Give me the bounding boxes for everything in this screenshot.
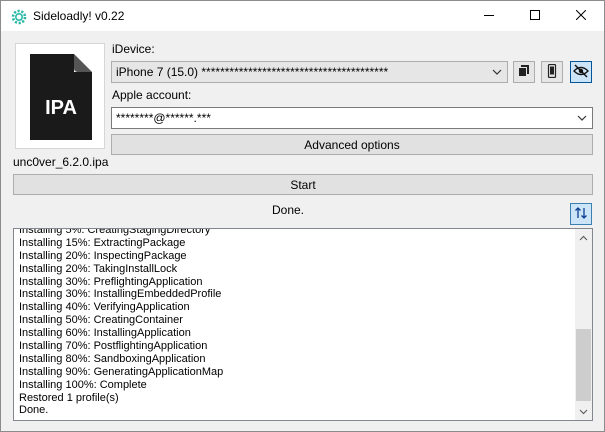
log-line: Installing 70%: PostflightingApplication xyxy=(19,340,208,353)
idevice-label: iDevice: xyxy=(112,42,155,56)
log-line: Installing 90%: GeneratingApplicationMap xyxy=(19,365,224,378)
hide-info-toggle[interactable] xyxy=(570,61,592,83)
device-info-button[interactable] xyxy=(541,61,563,83)
scroll-down-button[interactable] xyxy=(575,403,592,420)
log-line: Installing 60%: InstallingApplication xyxy=(19,327,191,340)
start-button[interactable]: Start xyxy=(13,174,593,195)
minimize-icon xyxy=(484,9,494,23)
idevice-select[interactable]: iPhone 7 (15.0) ************************… xyxy=(111,61,508,83)
copy-button[interactable] xyxy=(513,61,535,83)
svg-text:IPA: IPA xyxy=(45,97,77,119)
sort-arrows-icon xyxy=(574,206,588,223)
hide-eye-icon xyxy=(573,63,589,81)
scroll-up-icon xyxy=(579,235,588,240)
close-icon xyxy=(575,9,587,23)
log-line: Installing 40%: VerifyingApplication xyxy=(19,301,190,314)
log-line: Installing 80%: SandboxingApplication xyxy=(19,352,206,365)
toggle-log-order-button[interactable] xyxy=(570,203,592,225)
chevron-down-icon[interactable] xyxy=(576,112,588,124)
ipa-drop-zone[interactable]: IPA xyxy=(15,43,105,149)
log-line: Installing 30%: InstallingEmbeddedProfil… xyxy=(19,288,222,301)
log-line: Installing 50%: CreatingContainer xyxy=(19,314,183,327)
phone-icon xyxy=(545,63,559,81)
scroll-down-icon xyxy=(579,409,588,414)
scroll-up-button[interactable] xyxy=(575,229,592,246)
ipa-filename: unc0ver_6.2.0.ipa xyxy=(13,155,109,169)
log-line: Installing 100%: Complete xyxy=(19,378,147,391)
log-lines: Installing 5%: CreatingStagingDirectory I… xyxy=(19,228,574,417)
log-line: Installing 20%: TakingInstallLock xyxy=(19,262,178,275)
sideloadly-gear-icon xyxy=(11,9,27,25)
scroll-thumb[interactable] xyxy=(576,329,591,401)
advanced-options-button[interactable]: Advanced options xyxy=(111,134,593,155)
sideloadly-window: Sideloadly! v0.22 IPA unc0ver_6.2.0.ipa xyxy=(0,0,605,432)
maximize-icon xyxy=(530,9,540,23)
apple-account-value: ********@******.*** xyxy=(116,111,211,125)
log-line: Done. xyxy=(19,404,49,417)
log-line: Installing 20%: InspectingPackage xyxy=(19,249,187,262)
copy-icon xyxy=(517,64,531,81)
maximize-button[interactable] xyxy=(512,1,558,31)
ipa-file-icon: IPA xyxy=(30,54,92,140)
close-button[interactable] xyxy=(558,1,604,31)
log-line: Installing 5%: CreatingStagingDirectory xyxy=(19,228,211,236)
apple-account-input[interactable]: ********@******.*** xyxy=(111,107,593,129)
chevron-down-icon xyxy=(491,66,503,78)
status-text: Done. xyxy=(271,203,305,217)
apple-account-label: Apple account: xyxy=(112,88,192,102)
minimize-button[interactable] xyxy=(466,1,512,31)
idevice-value: iPhone 7 (15.0) ************************… xyxy=(116,65,389,79)
log-scrollbar[interactable] xyxy=(575,229,592,420)
log-line: Restored 1 profile(s) xyxy=(19,391,119,404)
log-line: Installing 15%: ExtractingPackage xyxy=(19,236,186,249)
title-bar[interactable]: Sideloadly! v0.22 xyxy=(1,1,604,31)
log-line: Installing 30%: PreflightingApplication xyxy=(19,275,203,288)
log-output[interactable]: Installing 5%: CreatingStagingDirectory I… xyxy=(13,228,593,421)
window-title: Sideloadly! v0.22 xyxy=(33,9,125,23)
